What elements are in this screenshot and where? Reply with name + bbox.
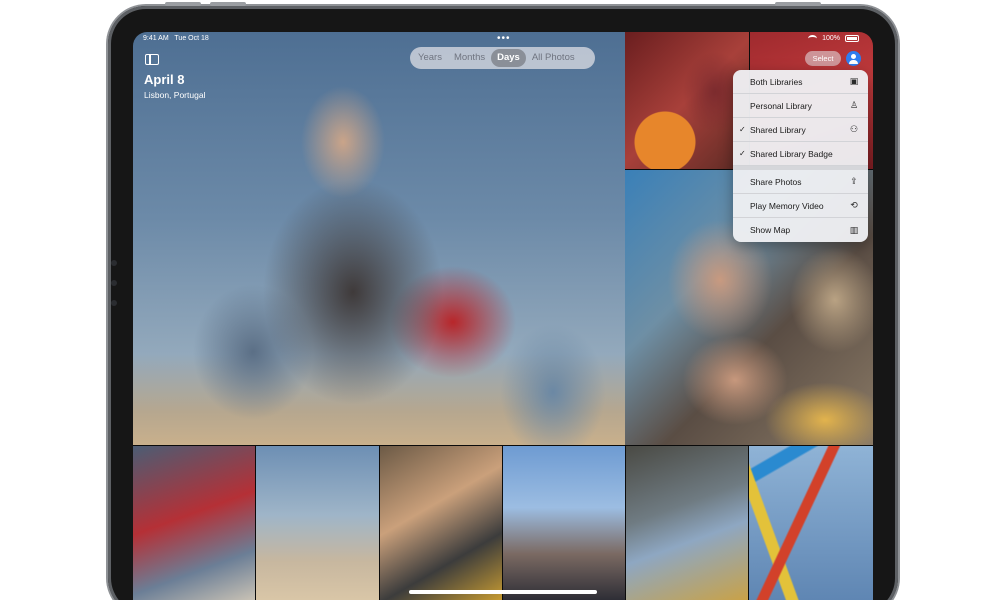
battery-percent: 100% bbox=[822, 35, 840, 42]
menu-item-show-map[interactable]: Show Map ▥ bbox=[733, 218, 868, 242]
menu-item-shared-library[interactable]: ✓ Shared Library ⚇ bbox=[733, 118, 868, 142]
battery-icon bbox=[845, 35, 859, 42]
sidebar-toggle-icon[interactable] bbox=[145, 54, 159, 65]
people-icon: ⚇ bbox=[849, 124, 859, 134]
segment-all-photos[interactable]: All Photos bbox=[526, 49, 581, 67]
checkmark-icon: ✓ bbox=[739, 149, 746, 158]
menu-item-both-libraries[interactable]: Both Libraries ▣ bbox=[733, 70, 868, 94]
photo-kite-beach[interactable] bbox=[256, 446, 379, 600]
photo-stack-icon: ▣ bbox=[849, 76, 859, 86]
menu-item-label: Share Photos bbox=[750, 176, 802, 187]
map-icon: ▥ bbox=[849, 224, 859, 235]
photo-family-hero[interactable] bbox=[133, 32, 625, 445]
photo-girl-with-ball[interactable] bbox=[625, 32, 749, 169]
menu-item-label: Personal Library bbox=[750, 100, 812, 111]
menu-item-label: Show Map bbox=[750, 225, 791, 235]
photo-kite-colors[interactable] bbox=[749, 446, 873, 600]
menu-item-label: Both Libraries bbox=[750, 76, 803, 87]
memory-play-icon: ⟲ bbox=[850, 200, 858, 210]
segment-years[interactable]: Years bbox=[412, 49, 448, 67]
photo-girls-hug[interactable] bbox=[133, 446, 255, 600]
menu-item-shared-library-badge[interactable]: ✓ Shared Library Badge bbox=[733, 142, 868, 166]
status-date: Tue Oct 18 bbox=[174, 35, 209, 42]
library-menu: Both Libraries ▣ Personal Library ♙ ✓ Sh… bbox=[733, 70, 868, 242]
top-button bbox=[775, 2, 821, 6]
select-button[interactable]: Select bbox=[805, 51, 841, 66]
menu-item-play-memory-video[interactable]: Play Memory Video ⟲ bbox=[733, 194, 868, 218]
menu-item-share-photos[interactable]: Share Photos ⇪ bbox=[733, 166, 868, 194]
home-indicator[interactable] bbox=[409, 590, 597, 594]
person-icon: ♙ bbox=[849, 100, 859, 110]
menu-item-label: Shared Library bbox=[750, 124, 806, 135]
status-indicators: 100% bbox=[808, 35, 859, 42]
menu-item-label: Play Memory Video bbox=[750, 200, 824, 211]
photo-girl-van[interactable] bbox=[626, 446, 748, 600]
shared-library-people-icon[interactable] bbox=[846, 51, 861, 66]
volume-button bbox=[210, 2, 246, 6]
page-title: April 8 bbox=[144, 72, 185, 87]
photo-girl-in-car[interactable] bbox=[380, 446, 502, 600]
screen: 9:41 AM Tue Oct 18 ••• 100% April 8 Lisb… bbox=[133, 32, 873, 600]
status-time: 9:41 AM bbox=[143, 35, 169, 42]
status-time-date: 9:41 AM Tue Oct 18 bbox=[143, 35, 209, 42]
side-sensors bbox=[111, 260, 117, 320]
location-subtitle: Lisbon, Portugal bbox=[144, 90, 206, 100]
segment-months[interactable]: Months bbox=[448, 49, 491, 67]
checkmark-icon: ✓ bbox=[739, 125, 746, 134]
volume-button bbox=[165, 2, 201, 6]
view-segmented-control[interactable]: Years Months Days All Photos bbox=[410, 47, 595, 69]
photo-girls-sky[interactable] bbox=[503, 446, 625, 600]
multitask-dots[interactable]: ••• bbox=[497, 33, 511, 44]
wifi-icon bbox=[808, 35, 818, 42]
menu-item-personal-library[interactable]: Personal Library ♙ bbox=[733, 94, 868, 118]
segment-days[interactable]: Days bbox=[491, 49, 526, 67]
menu-item-label: Shared Library Badge bbox=[750, 148, 833, 159]
share-icon: ⇪ bbox=[850, 176, 858, 186]
